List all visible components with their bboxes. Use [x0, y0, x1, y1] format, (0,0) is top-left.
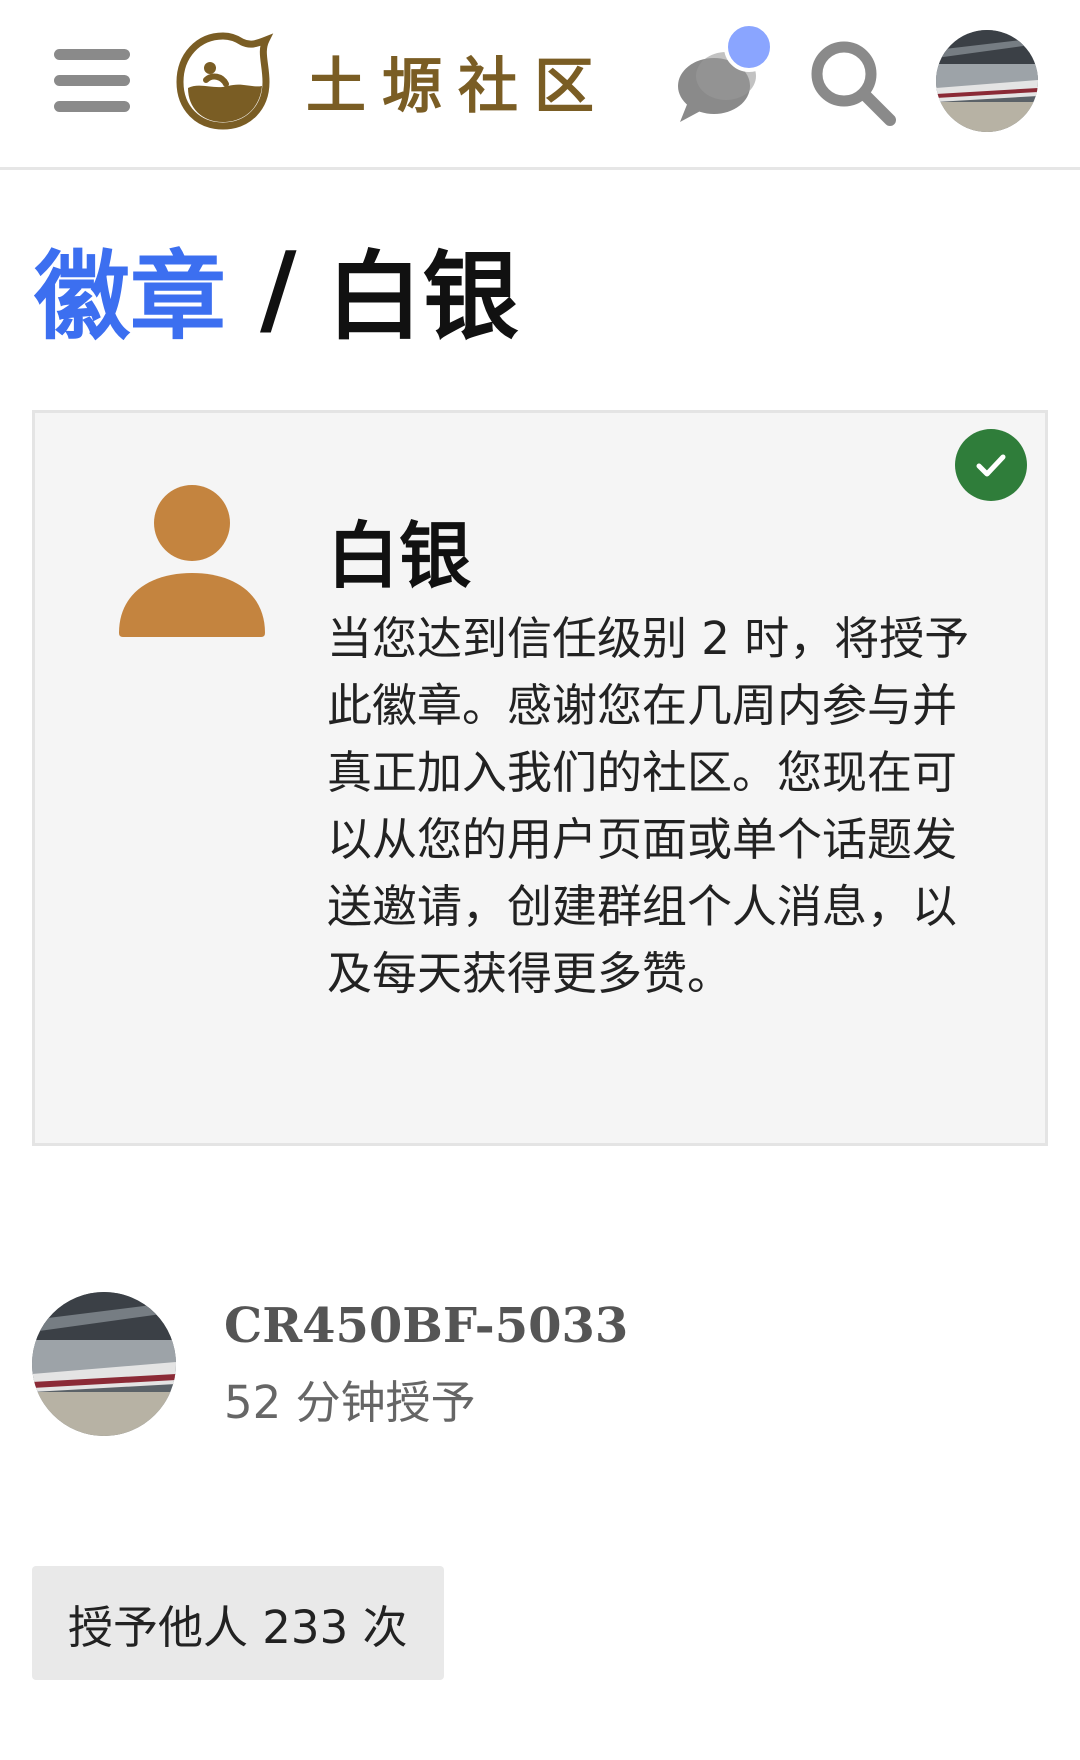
hamburger-menu-icon[interactable] [54, 46, 130, 114]
site-header: 土塬社区 [0, 0, 1080, 170]
train-photo-avatar-image [936, 30, 1038, 132]
teapot-cat-logo-icon [176, 32, 274, 130]
menu-line [54, 75, 130, 86]
user-avatar[interactable] [936, 30, 1038, 132]
train-photo-avatar-image [32, 1292, 176, 1436]
granted-time: 52 分钟授予 [224, 1376, 476, 1429]
search-button[interactable] [806, 36, 900, 130]
checkmark-icon [976, 454, 1006, 477]
badge-recipient: CR450BF-5033 52 分钟授予 [32, 1290, 1048, 1440]
site-logo[interactable]: 土塬社区 [170, 26, 610, 136]
recipient-avatar[interactable] [32, 1292, 176, 1436]
menu-line [54, 101, 130, 112]
user-silhouette-icon [119, 485, 265, 637]
chat-button[interactable] [666, 22, 774, 130]
badge-card: 白银 当您达到信任级别 2 时，将授予此徽章。感谢您在几周内参与并真正加入我们的… [32, 410, 1048, 1146]
search-icon [811, 41, 896, 126]
breadcrumb-separator: / [260, 229, 297, 347]
menu-line [54, 49, 130, 60]
badge-granted-check [955, 429, 1027, 501]
badge-description: 当您达到信任级别 2 时，将授予此徽章。感谢您在几周内参与并真正加入我们的社区。… [327, 612, 970, 1000]
badge-name: 白银 [327, 514, 472, 598]
page-title: 白银 [326, 240, 519, 353]
notification-dot [724, 22, 774, 72]
site-name: 土塬社区 [306, 51, 610, 122]
badges-link[interactable]: 徽章 [34, 219, 226, 358]
recipient-username[interactable]: CR450BF-5033 [224, 1298, 628, 1354]
granted-count-button[interactable]: 授予他人 233 次 [32, 1566, 444, 1680]
breadcrumb: 徽章 / 白银 [34, 228, 519, 353]
